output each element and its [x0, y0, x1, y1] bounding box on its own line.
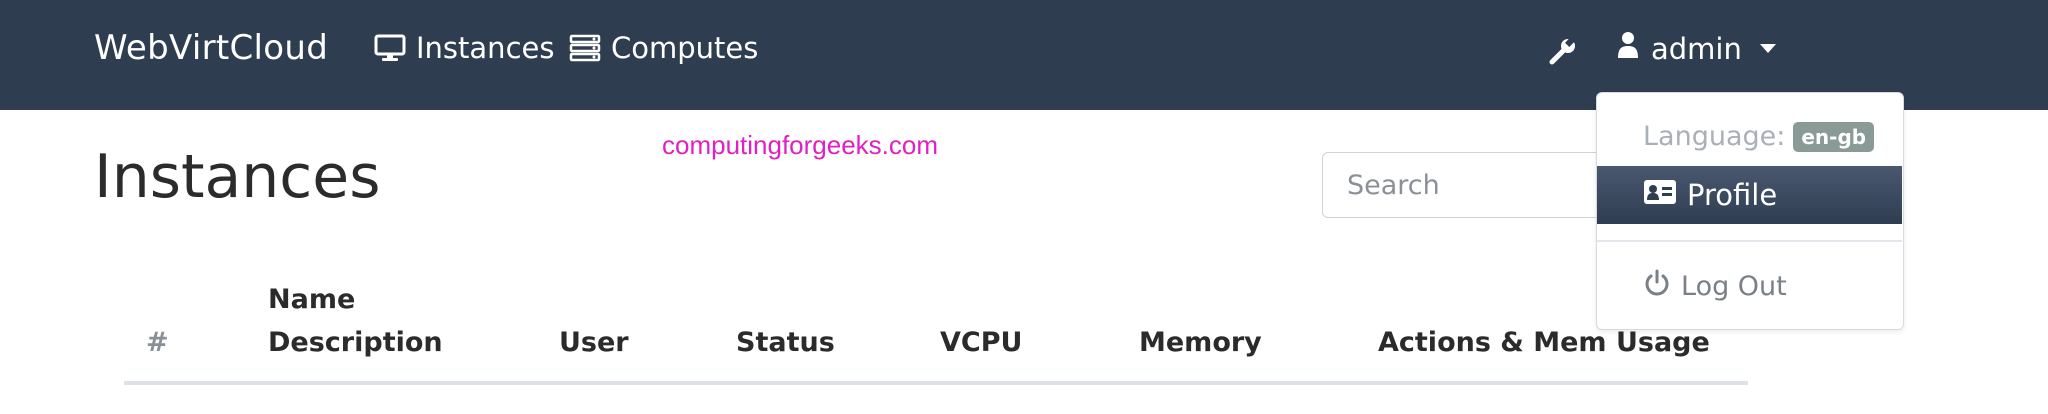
- page-title: Instances: [94, 142, 381, 212]
- column-header-user[interactable]: User: [559, 321, 629, 364]
- dropdown-divider: [1597, 240, 1902, 242]
- language-label: Language:: [1643, 121, 1786, 152]
- power-icon: [1643, 269, 1671, 304]
- server-icon: [569, 34, 601, 62]
- column-header-number[interactable]: #: [146, 321, 169, 364]
- caret-down-icon: [1759, 44, 1776, 53]
- user-name: admin: [1651, 31, 1742, 66]
- id-card-icon: [1643, 178, 1677, 212]
- column-header-description-label: Description: [268, 327, 443, 358]
- user-menu-toggle[interactable]: admin: [1617, 31, 1776, 66]
- profile-menu-item[interactable]: Profile: [1597, 166, 1902, 224]
- nav-instances-link[interactable]: Instances: [374, 31, 554, 65]
- logout-label: Log Out: [1681, 271, 1787, 302]
- language-badge[interactable]: en-gb: [1793, 121, 1875, 152]
- brand-logo-link[interactable]: WebVirtCloud: [94, 28, 328, 68]
- desktop-icon: [374, 34, 406, 62]
- column-header-name[interactable]: Name Description: [268, 278, 443, 364]
- language-item: Language: en-gb: [1643, 121, 1875, 152]
- user-icon: [1617, 31, 1639, 66]
- profile-label: Profile: [1687, 178, 1778, 212]
- column-header-memory[interactable]: Memory: [1139, 321, 1262, 364]
- column-header-status[interactable]: Status: [736, 321, 835, 364]
- watermark-text: computingforgeeks.com: [662, 130, 939, 160]
- search-input[interactable]: [1322, 152, 1622, 218]
- table-header-divider: [124, 381, 1748, 385]
- column-header-vcpu[interactable]: VCPU: [940, 321, 1022, 364]
- logout-menu-item[interactable]: Log Out: [1643, 269, 1787, 304]
- column-header-name-label: Name: [268, 284, 356, 315]
- nav-computes-label: Computes: [611, 31, 759, 65]
- user-dropdown-menu: Language: en-gb Profile Log Out: [1596, 92, 1904, 330]
- nav-instances-label: Instances: [416, 31, 555, 65]
- nav-computes-link[interactable]: Computes: [569, 31, 758, 65]
- wrench-icon[interactable]: [1548, 36, 1578, 70]
